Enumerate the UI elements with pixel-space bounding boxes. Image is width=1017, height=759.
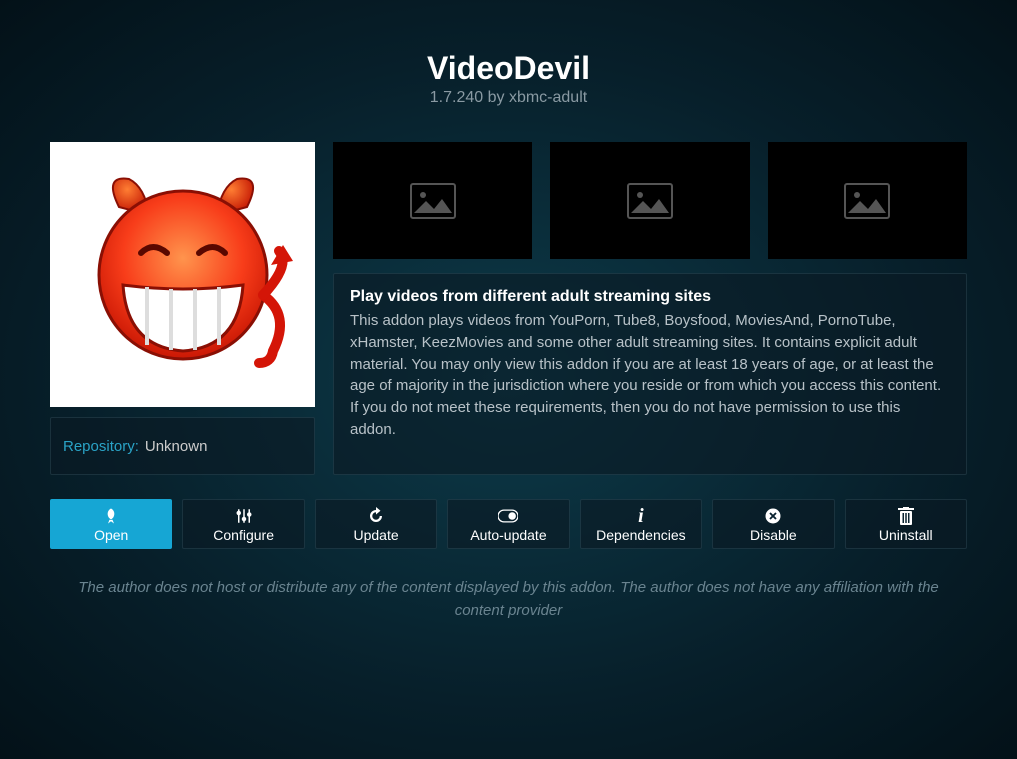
addon-icon [50, 142, 315, 407]
screenshot-thumb[interactable] [768, 142, 967, 259]
repository-label: Repository: [63, 438, 139, 455]
uninstall-label: Uninstall [879, 527, 933, 543]
repository-value: Unknown [145, 438, 208, 455]
open-button[interactable]: Open [50, 499, 172, 549]
update-label: Update [353, 527, 398, 543]
disable-label: Disable [750, 527, 797, 543]
image-placeholder-icon [844, 183, 890, 219]
dependencies-label: Dependencies [596, 527, 686, 543]
uninstall-button[interactable]: Uninstall [845, 499, 967, 549]
addon-title: VideoDevil [50, 50, 967, 87]
info-icon: i [631, 506, 651, 526]
description-box: Play videos from different adult streami… [333, 273, 967, 475]
rocket-icon [101, 506, 121, 526]
screenshot-thumb[interactable] [550, 142, 749, 259]
screenshot-thumb[interactable] [333, 142, 532, 259]
auto-update-button[interactable]: Auto-update [447, 499, 569, 549]
sliders-icon [234, 506, 254, 526]
toggle-on-icon [498, 506, 518, 526]
image-placeholder-icon [410, 183, 456, 219]
description-body: This addon plays videos from YouPorn, Tu… [350, 310, 950, 441]
disclaimer-text: The author does not host or distribute a… [50, 577, 967, 622]
dependencies-button[interactable]: i Dependencies [580, 499, 702, 549]
refresh-icon [366, 506, 386, 526]
image-placeholder-icon [627, 183, 673, 219]
disable-button[interactable]: Disable [712, 499, 834, 549]
update-button[interactable]: Update [315, 499, 437, 549]
open-label: Open [94, 527, 128, 543]
header: VideoDevil 1.7.240 by xbmc-adult [50, 50, 967, 107]
description-title: Play videos from different adult streami… [350, 288, 950, 306]
addon-subtitle: 1.7.240 by xbmc-adult [50, 89, 967, 107]
repository-box: Repository: Unknown [50, 417, 315, 475]
trash-icon [896, 506, 916, 526]
close-circle-icon [763, 506, 783, 526]
configure-label: Configure [213, 527, 274, 543]
auto-update-label: Auto-update [470, 527, 546, 543]
configure-button[interactable]: Configure [182, 499, 304, 549]
